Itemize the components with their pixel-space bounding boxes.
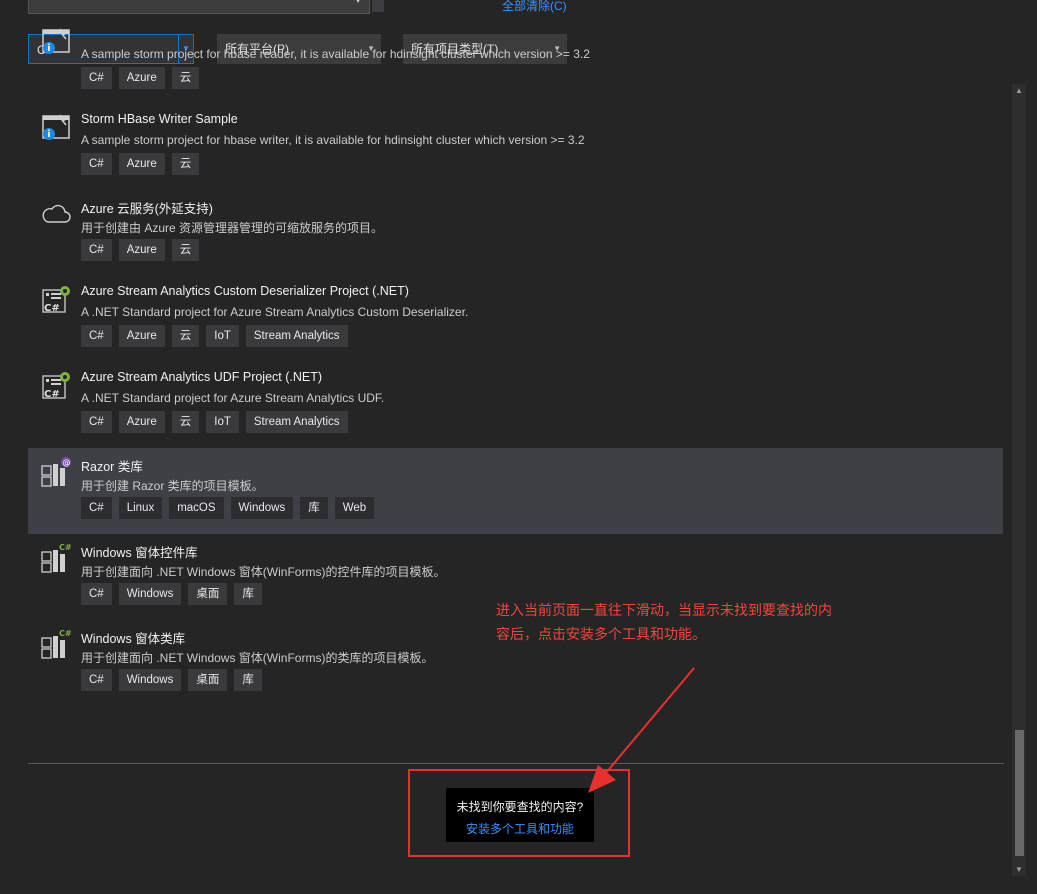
template-tag: 库 <box>300 497 328 519</box>
template-description: A .NET Standard project for Azure Stream… <box>81 391 385 405</box>
list-divider <box>28 763 1004 764</box>
clear-all-link[interactable]: 全部清除(C) <box>502 0 567 14</box>
template-tags: C# Azure 云 <box>81 153 200 175</box>
template-tags: C# Azure 云 <box>81 239 200 261</box>
template-tag: C# <box>81 325 112 347</box>
template-tag: 云 <box>171 67 200 89</box>
svg-text:C#: C# <box>44 389 60 400</box>
template-title: Windows 窗体控件库 <box>81 546 198 560</box>
template-description: 用于创建面向 .NET Windows 窗体(WinForms)的控件库的项目模… <box>81 565 446 579</box>
template-list-item[interactable]: Azure 云服务(外延支持) 用于创建由 Azure 资源管理器管理的可缩放服务… <box>28 190 1003 276</box>
template-list-item[interactable]: C# Azure Stream Analytics Custom Deserial… <box>28 276 1003 362</box>
template-tag: Web <box>334 497 375 519</box>
template-tag: C# <box>81 239 112 261</box>
template-description: 用于创建面向 .NET Windows 窗体(WinForms)的类库的项目模板… <box>81 651 434 665</box>
storm-project-icon <box>40 112 72 144</box>
template-tag: Azure <box>118 67 165 89</box>
template-title: Azure Stream Analytics Custom Deserializ… <box>81 284 409 298</box>
template-tags: C# Windows 桌面库 <box>81 669 262 691</box>
template-title: Azure 云服务(外延支持) <box>81 202 213 216</box>
template-tag: 桌面 <box>188 669 228 691</box>
razor-library-icon: @ <box>40 456 72 488</box>
scrollbar-thumb[interactable] <box>1015 730 1024 856</box>
template-description: 用于创建由 Azure 资源管理器管理的可缩放服务的项目。 <box>81 221 384 235</box>
template-tag: Windows <box>118 583 182 605</box>
winforms-library-icon: C# <box>40 628 72 660</box>
template-list-item[interactable]: C# Azure Stream Analytics UDF Project (.N… <box>28 362 1003 448</box>
template-list-item[interactable]: Storm HBase Writer Sample A sample storm … <box>28 104 1003 190</box>
template-tag: C# <box>81 153 112 175</box>
annotation-text: 进入当前页面一直往下滑动，当显示未找到要查找的内容后，点击安装多个工具和功能。 <box>496 602 832 642</box>
template-list-item[interactable]: @ Razor 类库用于创建 Razor 类库的项目模板。 C# Linux macOS… <box>28 448 1003 534</box>
winforms-library-icon: C# <box>40 542 72 574</box>
template-tag: IoT <box>206 411 239 433</box>
template-tag: C# <box>81 583 112 605</box>
template-tag: Linux <box>118 497 163 519</box>
template-title: Windows 窗体类库 <box>81 632 186 646</box>
template-tag: C# <box>81 669 112 691</box>
storm-project-icon <box>40 26 72 58</box>
template-tags: C# Azure 云 IoT Stream Analytics <box>81 411 348 433</box>
template-tag: Azure <box>118 153 165 175</box>
template-tags: C# Linux macOS Windows 库 Web <box>81 497 375 519</box>
template-description: A .NET Standard project for Azure Stream… <box>81 305 469 319</box>
template-tag: 库 <box>234 669 262 691</box>
svg-text:C#: C# <box>44 303 60 314</box>
cloud-icon <box>40 198 72 230</box>
template-tag: Windows <box>118 669 182 691</box>
template-description: 用于创建 Razor 类库的项目模板。 <box>81 479 264 493</box>
search-scrollbar[interactable] <box>372 0 384 12</box>
template-tag: C# <box>81 497 112 519</box>
scroll-up-icon[interactable]: ▲ <box>1015 86 1023 95</box>
template-tag: 库 <box>234 583 262 605</box>
template-tag: 桌面 <box>188 583 228 605</box>
template-tag: 云 <box>171 153 200 175</box>
template-tag: Azure <box>118 325 165 347</box>
csharp-gear-icon: C# <box>40 284 72 316</box>
chevron-down-icon: ▼ <box>353 0 363 6</box>
template-tag: IoT <box>206 325 239 347</box>
template-tag: Stream Analytics <box>245 411 348 433</box>
template-title: Razor 类库 <box>81 460 143 474</box>
annotation-highlight-box <box>408 769 630 857</box>
template-description: A sample storm project for hbase writer,… <box>81 133 585 147</box>
template-title: Azure Stream Analytics UDF Project (.NET… <box>81 370 323 384</box>
template-tag: Windows <box>230 497 294 519</box>
template-tag: Azure <box>118 239 165 261</box>
vertical-scrollbar[interactable]: ▲ ▼ <box>1012 84 1026 876</box>
template-description: A sample storm project for hbase reader,… <box>81 47 590 61</box>
template-tag: Azure <box>118 411 165 433</box>
template-tags: C# Windows 桌面库 <box>81 583 262 605</box>
template-tag: C# <box>81 67 112 89</box>
svg-text:C#: C# <box>59 629 72 638</box>
scroll-down-icon[interactable]: ▼ <box>1015 865 1023 874</box>
template-tag: 云 <box>171 239 200 261</box>
svg-text:C#: C# <box>59 543 72 552</box>
svg-text:@: @ <box>63 458 71 467</box>
template-title: Storm HBase Writer Sample <box>81 112 238 126</box>
search-box-partial[interactable]: ▼ <box>28 0 370 14</box>
template-tags: C# Azure 云 IoT Stream Analytics <box>81 325 348 347</box>
template-tag: 云 <box>171 325 200 347</box>
template-list-item[interactable]: A sample storm project for hbase reader,… <box>28 18 1003 104</box>
template-tag: macOS <box>169 497 224 519</box>
template-tags: C# Azure 云 <box>81 67 200 89</box>
csharp-gear-icon: C# <box>40 370 72 402</box>
template-tag: 云 <box>171 411 200 433</box>
template-tag: C# <box>81 411 112 433</box>
template-tag: Stream Analytics <box>245 325 348 347</box>
